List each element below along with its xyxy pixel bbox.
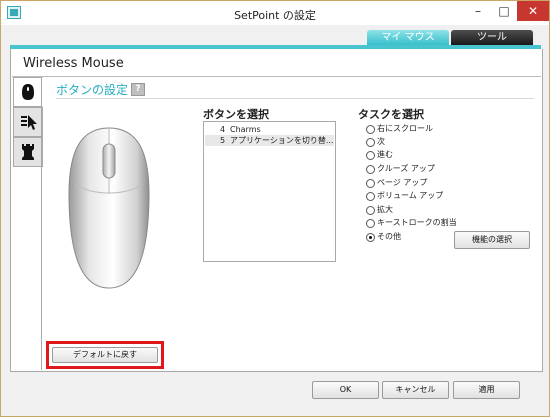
restore-default-button[interactable]: デフォルトに戻す [52, 347, 158, 363]
radio-button[interactable] [366, 192, 375, 201]
list-item-number: 5 [220, 136, 226, 145]
radio-button[interactable] [366, 179, 375, 188]
chess-rook-icon [22, 144, 34, 160]
list-item-number: 4 [220, 125, 226, 134]
title-bar: SetPoint の設定 – □ ✕ [1, 1, 549, 25]
section-title: ボタンの設定 [56, 83, 129, 97]
tab-tools[interactable]: ツール [451, 30, 533, 45]
maximize-button[interactable]: □ [491, 1, 517, 21]
radio-label: その他 [377, 232, 401, 241]
radio-label: クルーズ アップ [377, 164, 435, 173]
mouse-illustration [68, 127, 150, 289]
help-icon[interactable]: ? [131, 83, 145, 96]
close-button[interactable]: ✕ [517, 1, 549, 21]
radio-button[interactable] [366, 206, 375, 215]
list-item[interactable]: 4 Charms [205, 124, 334, 135]
radio-button-checked[interactable] [366, 233, 375, 242]
task-select-label: タスクを選択 [358, 108, 424, 121]
select-function-button[interactable]: 機能の選択 [454, 231, 530, 249]
radio-button[interactable] [366, 165, 375, 174]
device-name: Wireless Mouse [23, 56, 124, 71]
side-tab-border [41, 77, 42, 370]
ok-button[interactable]: OK [312, 381, 379, 399]
pointer-settings-icon [21, 115, 37, 130]
radio-label: 次 [377, 137, 385, 146]
cancel-button[interactable]: キャンセル [382, 381, 449, 399]
radio-button[interactable] [366, 138, 375, 147]
radio-label: 右にスクロール [377, 124, 433, 133]
radio-label: キーストロークの割当 [377, 218, 457, 227]
button-listbox[interactable]: 4 Charms 5 アプリケーションを切り替... [203, 121, 336, 262]
setpoint-window: SetPoint の設定 – □ ✕ マイ マウス ツール Wireless M… [0, 0, 550, 417]
radio-label: ページ アップ [377, 178, 428, 187]
list-item[interactable]: 5 アプリケーションを切り替... [205, 135, 334, 146]
radio-label: 拡大 [377, 205, 393, 214]
radio-button[interactable] [366, 219, 375, 228]
side-tab-pointer[interactable] [13, 107, 43, 137]
side-tab-buttons[interactable] [13, 77, 43, 107]
radio-label: 進む [377, 150, 393, 159]
list-item-text: アプリケーションを切り替... [230, 136, 334, 145]
apply-button[interactable]: 適用 [453, 381, 520, 399]
side-tab-game[interactable] [13, 137, 43, 167]
button-select-label: ボタンを選択 [203, 108, 269, 121]
settings-panel: Wireless Mouse ボタンの設定 ? ボタンを選択 4 Charms … [10, 49, 543, 372]
radio-button[interactable] [366, 151, 375, 160]
mouse-icon [22, 84, 34, 100]
section-divider [56, 98, 534, 99]
radio-button[interactable] [366, 125, 375, 134]
tab-my-mouse[interactable]: マイ マウス [367, 30, 449, 45]
minimize-button[interactable]: – [465, 1, 491, 21]
divider [12, 76, 541, 77]
list-item-text: Charms [230, 125, 261, 134]
radio-label: ボリューム アップ [377, 191, 444, 200]
